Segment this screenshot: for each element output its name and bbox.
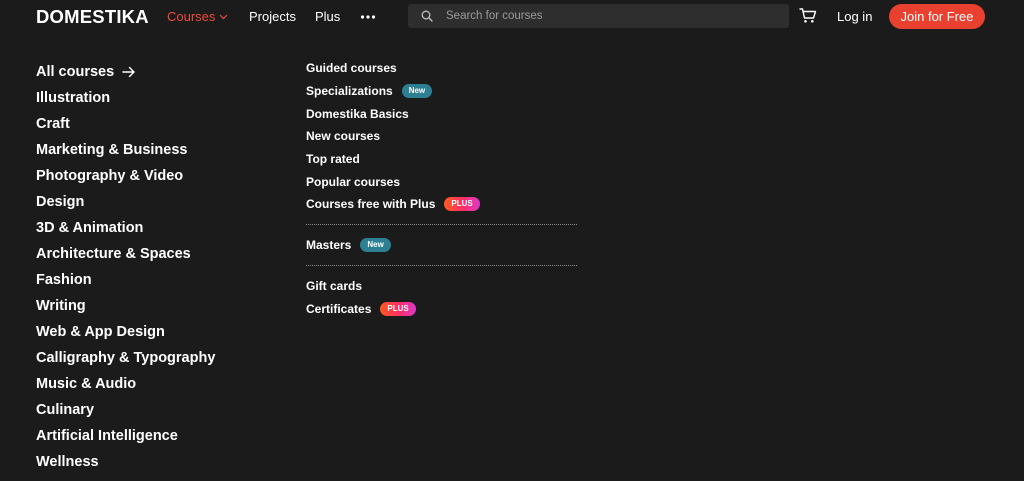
menu-item-label: Courses free with Plus <box>306 197 436 212</box>
category-music-audio[interactable]: Music & Audio <box>36 371 215 397</box>
menu-item-label: Specializations <box>306 84 393 99</box>
menu-specializations[interactable]: Specializations New <box>306 80 577 103</box>
category-marketing-business[interactable]: Marketing & Business <box>36 137 215 163</box>
menu-new-courses[interactable]: New courses <box>306 125 577 148</box>
domestika-logo[interactable]: DOMESTIKA <box>36 6 149 28</box>
menu-courses-free-with-plus[interactable]: Courses free with Plus PLUS <box>306 193 577 216</box>
nav-projects-link[interactable]: Projects <box>249 9 296 25</box>
category-craft[interactable]: Craft <box>36 111 215 137</box>
menu-item-label: Popular courses <box>306 174 401 189</box>
join-for-free-button[interactable]: Join for Free <box>889 4 985 29</box>
menu-certificates[interactable]: Certificates PLUS <box>306 297 577 320</box>
category-culinary[interactable]: Culinary <box>36 397 215 423</box>
login-link[interactable]: Log in <box>837 9 872 25</box>
new-badge: New <box>401 84 433 99</box>
search-input[interactable] <box>446 4 776 28</box>
category-illustration[interactable]: Illustration <box>36 85 215 111</box>
category-photography-video[interactable]: Photography & Video <box>36 163 215 189</box>
menu-domestika-basics[interactable]: Domestika Basics <box>306 102 577 125</box>
menu-item-label: Masters <box>306 238 352 253</box>
category-wellness[interactable]: Wellness <box>36 449 215 475</box>
category-design[interactable]: Design <box>36 189 215 215</box>
menu-popular-courses[interactable]: Popular courses <box>306 170 577 193</box>
menu-item-label: Domestika Basics <box>306 106 409 121</box>
menu-item-label: New courses <box>306 129 381 144</box>
top-navigation-bar: DOMESTIKA Courses Projects Plus Log in J… <box>0 0 1024 34</box>
category-3d-animation[interactable]: 3D & Animation <box>36 215 215 241</box>
cart-icon[interactable] <box>799 7 817 24</box>
menu-item-label: Certificates <box>306 301 372 316</box>
category-calligraphy-typography[interactable]: Calligraphy & Typography <box>36 345 215 371</box>
category-label: All courses <box>36 64 115 80</box>
category-all-courses[interactable]: All courses <box>36 59 215 85</box>
plus-badge: PLUS <box>380 301 416 316</box>
category-web-app-design[interactable]: Web & App Design <box>36 319 215 345</box>
new-badge: New <box>360 238 391 253</box>
search-icon <box>421 10 433 22</box>
category-architecture-spaces[interactable]: Architecture & Spaces <box>36 241 215 267</box>
menu-item-label: Guided courses <box>306 61 397 76</box>
nav-courses-label: Courses <box>167 9 216 24</box>
menu-top-rated[interactable]: Top rated <box>306 148 577 171</box>
menu-masters[interactable]: Masters New <box>306 234 577 257</box>
menu-item-label: Top rated <box>306 152 360 167</box>
category-fashion[interactable]: Fashion <box>36 267 215 293</box>
category-writing[interactable]: Writing <box>36 293 215 319</box>
menu-gift-cards[interactable]: Gift cards <box>306 275 577 298</box>
menu-item-label: Gift cards <box>306 278 363 293</box>
courses-secondary-menu: Guided courses Specializations New Domes… <box>306 57 577 320</box>
nav-courses-menu[interactable]: Courses <box>167 9 228 25</box>
more-dots-icon[interactable] <box>360 10 376 24</box>
course-categories-list: All courses Illustration Craft Marketing… <box>36 59 215 475</box>
category-artificial-intelligence[interactable]: Artificial Intelligence <box>36 423 215 449</box>
arrow-right-icon <box>122 66 135 78</box>
chevron-down-icon <box>219 14 228 20</box>
nav-plus-link[interactable]: Plus <box>315 9 340 25</box>
plus-badge: PLUS <box>444 197 480 212</box>
menu-guided-courses[interactable]: Guided courses <box>306 57 577 80</box>
search-bar[interactable] <box>408 4 789 28</box>
